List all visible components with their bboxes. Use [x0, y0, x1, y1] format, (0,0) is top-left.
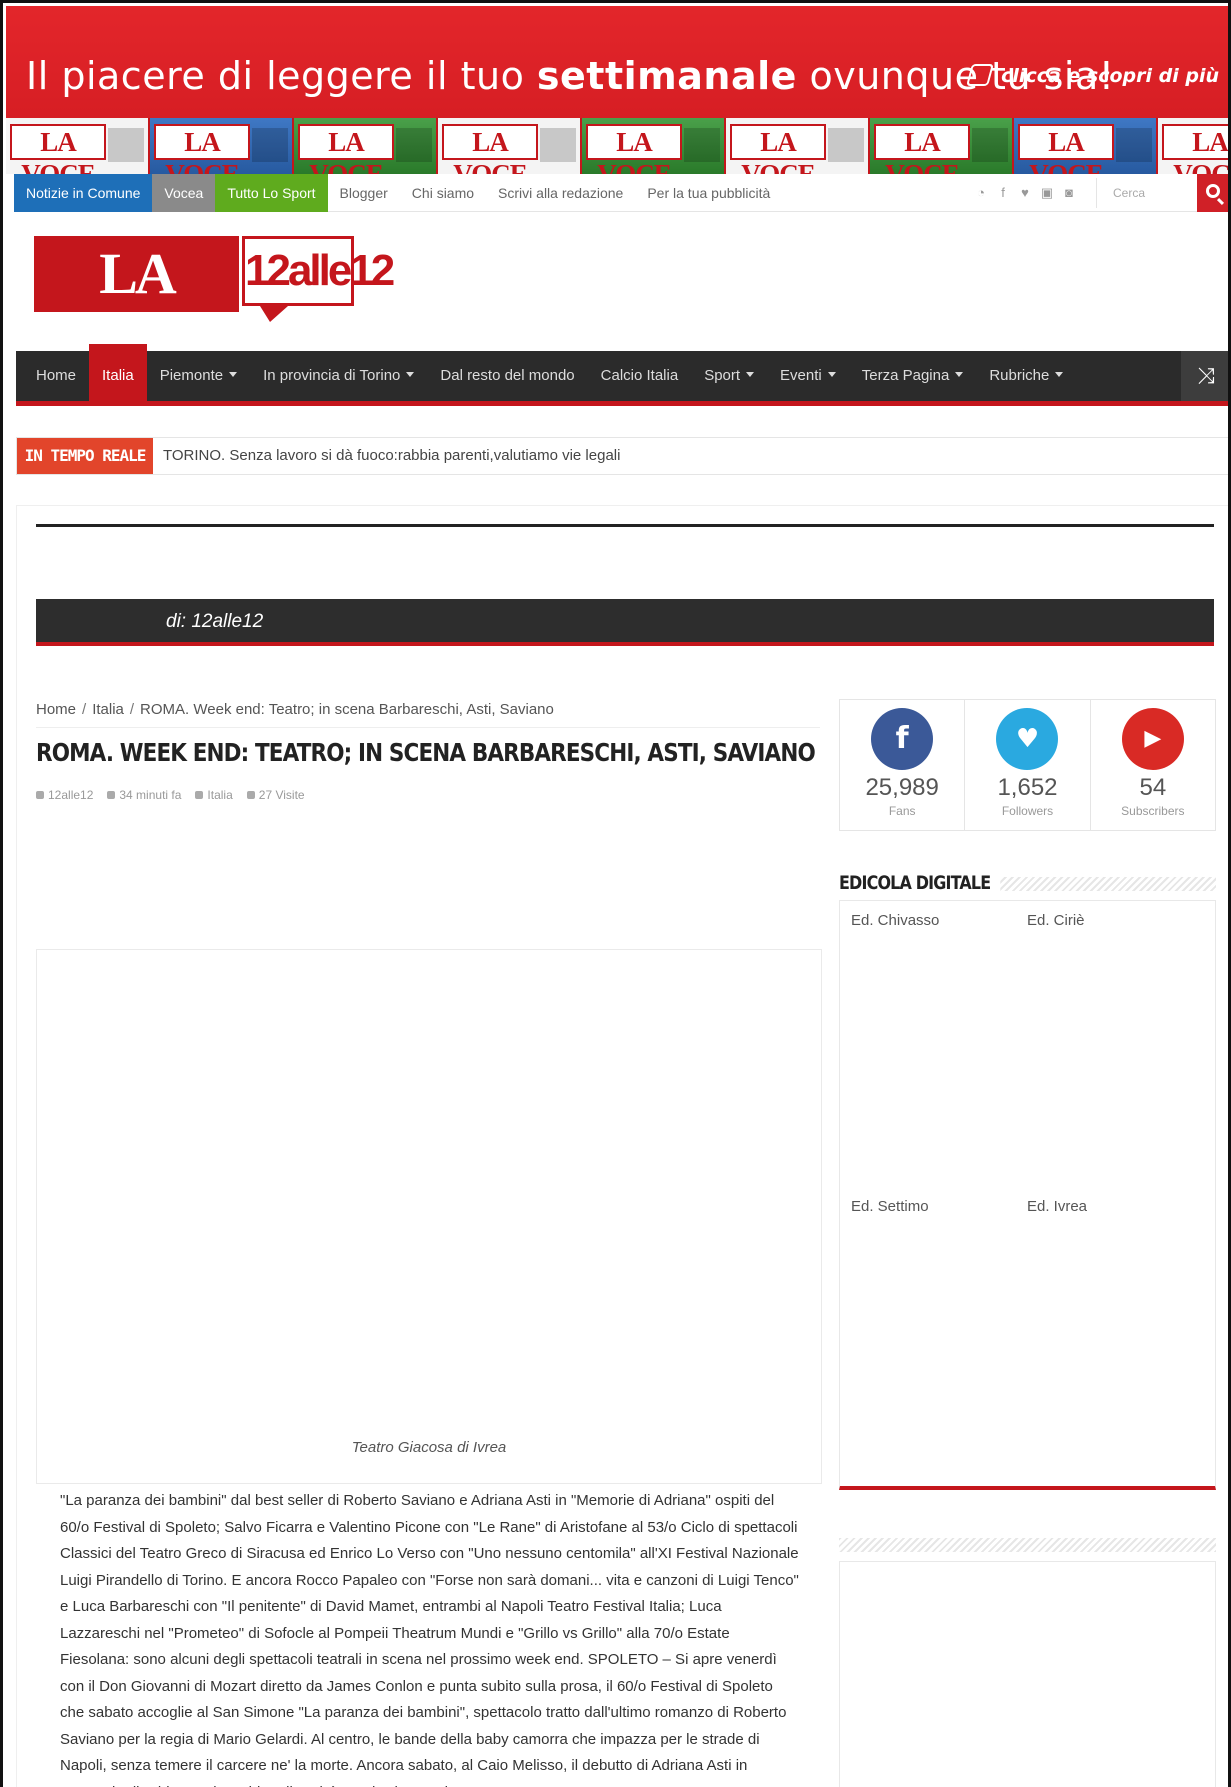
topnav-item-chi-siamo[interactable]: Chi siamo: [400, 174, 486, 212]
chevron-down-icon: [229, 372, 238, 377]
author-bar: di: 12alle12: [36, 599, 1214, 646]
chevron-down-icon: [827, 372, 836, 377]
edicola-item-cirie[interactable]: Ed. Ciriè: [1027, 912, 1085, 929]
breaking-news-headline[interactable]: TORINO. Senza lavoro si dà fuoco:rabbia …: [163, 438, 620, 474]
breaking-news-ticker: IN TEMPO REALE TORINO. Senza lavoro si d…: [16, 437, 1228, 475]
breadcrumb-current: ROMA. Week end: Teatro; in scena Barbare…: [140, 701, 554, 718]
post-category[interactable]: Italia: [195, 788, 232, 802]
newspaper-cover: LA VOCE: [724, 118, 870, 174]
nav-item-sport[interactable]: Sport: [691, 351, 767, 401]
newspaper-cover: LA VOCE: [148, 118, 294, 174]
logo-bubble: 12alle12: [242, 236, 395, 306]
nav-item-resto-del-mondo[interactable]: Dal resto del mondo: [427, 351, 587, 401]
banner-cta-link[interactable]: clicca e scopri di più: [966, 64, 1219, 87]
youtube-counter[interactable]: ▶ 54 Subscribers: [1091, 700, 1215, 830]
nav-item-piemonte[interactable]: Piemonte: [147, 351, 250, 401]
topnav-item-sport[interactable]: Tutto Lo Sport: [215, 174, 328, 212]
chevron-down-icon: [955, 372, 964, 377]
sidebar-widget: [839, 1561, 1216, 1787]
topnav-item-blogger[interactable]: Blogger: [328, 174, 400, 212]
chevron-down-icon: [406, 372, 415, 377]
page-frame: Il piacere di leggere il tuo settimanale…: [0, 0, 1231, 1787]
search-input[interactable]: Cerca: [1096, 178, 1206, 208]
nav-item-calcio-italia[interactable]: Calcio Italia: [588, 351, 692, 401]
nav-item-eventi[interactable]: Eventi: [767, 351, 849, 401]
post-title: ROMA. WEEK END: TEATRO; IN SCENA BARBARE…: [36, 738, 816, 767]
facebook-icon[interactable]: f: [996, 186, 1010, 200]
youtube-icon[interactable]: ▣: [1040, 186, 1054, 200]
banner-headline: Il piacere di leggere il tuo settimanale…: [26, 54, 1115, 98]
topnav-item-scrivi[interactable]: Scrivi alla redazione: [486, 174, 635, 212]
social-icons: ◔ f ♥ ▣ ◙: [974, 174, 1076, 212]
edicola-item-ivrea[interactable]: Ed. Ivrea: [1027, 1198, 1087, 1215]
nav-item-terza-pagina[interactable]: Terza Pagina: [849, 351, 977, 401]
twitter-icon[interactable]: ♥: [1018, 186, 1032, 200]
newspaper-cover: LA VOCE: [868, 118, 1014, 174]
facebook-icon: f: [871, 708, 934, 770]
newspaper-cover: LA VOCE: [6, 118, 150, 174]
main-navigation: Home Italia Piemonte In provincia di Tor…: [16, 344, 1228, 406]
facebook-counter[interactable]: f 25,989 Fans: [840, 700, 966, 830]
widget-divider: [839, 1538, 1216, 1552]
top-banner-ad[interactable]: Il piacere di leggere il tuo settimanale…: [6, 6, 1228, 174]
post-image: [36, 949, 822, 1484]
edicola-widget: Ed. Chivasso Ed. Ciriè Ed. Settimo Ed. I…: [839, 900, 1216, 1490]
instagram-icon[interactable]: ◙: [1062, 186, 1076, 200]
topnav-item-vocea[interactable]: Vocea: [152, 174, 216, 212]
post-meta: 12alle12 34 minuti fa Italia 27 Visite: [36, 788, 305, 802]
twitter-icon: ♥: [996, 708, 1059, 770]
top-navigation: Notizie in Comune Vocea Tutto Lo Sport B…: [14, 174, 1228, 212]
breaking-news-label: IN TEMPO REALE: [17, 438, 153, 474]
site-logo[interactable]: LA VOCE 12alle12: [34, 236, 395, 382]
chevron-down-icon: [746, 372, 755, 377]
post-author[interactable]: 12alle12: [36, 788, 93, 802]
search-icon: [1206, 184, 1220, 198]
nav-item-italia[interactable]: Italia: [89, 344, 147, 401]
logo-main: LA VOCE: [34, 236, 239, 382]
nav-item-rubriche[interactable]: Rubriche: [976, 351, 1076, 401]
newspaper-cover: LA VOCE: [1012, 118, 1158, 174]
edicola-title: EDICOLA DIGITALE: [839, 872, 1216, 896]
post-views: 27 Visite: [247, 788, 305, 802]
youtube-icon: ▶: [1121, 708, 1184, 770]
post-time: 34 minuti fa: [107, 788, 181, 802]
image-caption: Teatro Giacosa di Ivrea: [351, 1439, 507, 1456]
divider: [36, 524, 1214, 527]
topnav-item-pubblicita[interactable]: Per la tua pubblicità: [635, 174, 782, 212]
breadcrumb-italia[interactable]: Italia: [92, 701, 124, 718]
twitter-counter[interactable]: ♥ 1,652 Followers: [965, 700, 1091, 830]
article-body: "La paranza dei bambini" dal best seller…: [60, 1488, 800, 1787]
chevron-down-icon: [1055, 372, 1064, 377]
newspaper-cover: LA VOCE: [436, 118, 582, 174]
content-panel: di: 12alle12 Home / Italia / ROMA. Week end:…: [16, 505, 1228, 1787]
nav-item-home[interactable]: Home: [16, 351, 89, 401]
shuffle-icon[interactable]: ⤨: [1181, 351, 1228, 401]
newspaper-cover: LA VOCE: [1156, 118, 1228, 174]
social-counters: f 25,989 Fans ♥ 1,652 Followers ▶ 54 Sub…: [839, 699, 1216, 831]
search-button[interactable]: [1197, 174, 1228, 212]
pointing-hand-icon: [966, 64, 995, 86]
nav-item-provincia-torino[interactable]: In provincia di Torino: [250, 351, 427, 401]
breadcrumb: Home / Italia / ROMA. Week end: Teatro; in s…: [36, 701, 820, 728]
topnav-item-notizie[interactable]: Notizie in Comune: [14, 174, 153, 212]
edicola-item-settimo[interactable]: Ed. Settimo: [851, 1198, 929, 1215]
newspaper-cover: LA VOCE: [292, 118, 438, 174]
newspaper-covers: LA VOCE LA VOCE LA VOCE LA VOCE LA VOCE …: [6, 118, 1228, 174]
breadcrumb-home[interactable]: Home: [36, 701, 76, 718]
rss-icon[interactable]: ◔: [974, 186, 988, 200]
newspaper-cover: LA VOCE: [580, 118, 726, 174]
article-text: "La paranza dei bambini" dal best seller…: [60, 1492, 799, 1787]
edicola-item-chivasso[interactable]: Ed. Chivasso: [851, 912, 939, 929]
